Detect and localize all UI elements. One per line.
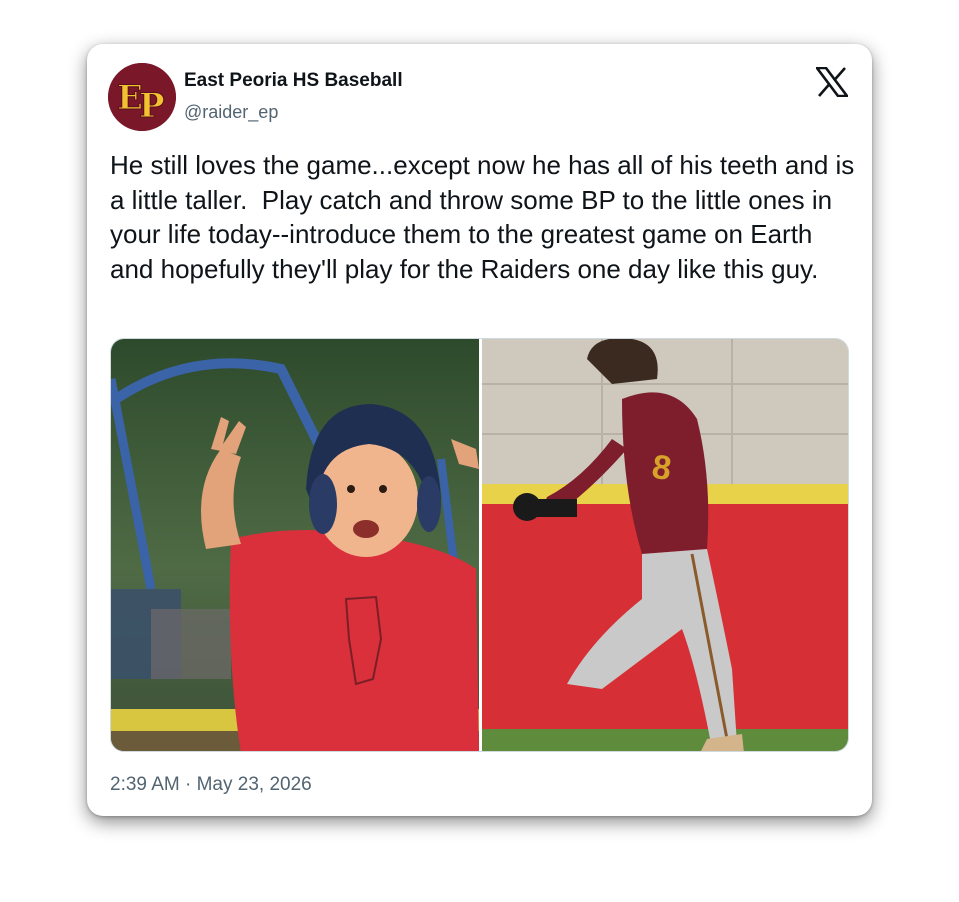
author-handle[interactable]: @raider_ep: [184, 102, 278, 123]
svg-text:P: P: [139, 86, 165, 126]
author-display-name[interactable]: East Peoria HS Baseball: [184, 70, 403, 92]
x-logo-icon[interactable]: [814, 66, 850, 98]
media-grid[interactable]: 8: [110, 338, 849, 752]
tweet-text: He still loves the game...except now he …: [110, 150, 862, 284]
avatar[interactable]: E P: [108, 63, 176, 131]
avatar-monogram-logo: E P: [108, 63, 176, 131]
tweet-card: E P East Peoria HS Baseball @raider_ep H…: [87, 44, 872, 816]
child-batting-helmet-photo[interactable]: [111, 339, 479, 751]
high-school-player-running-photo[interactable]: 8: [482, 339, 848, 751]
tweet-timestamp[interactable]: 2:39 AM · May 23, 2026: [110, 774, 312, 796]
